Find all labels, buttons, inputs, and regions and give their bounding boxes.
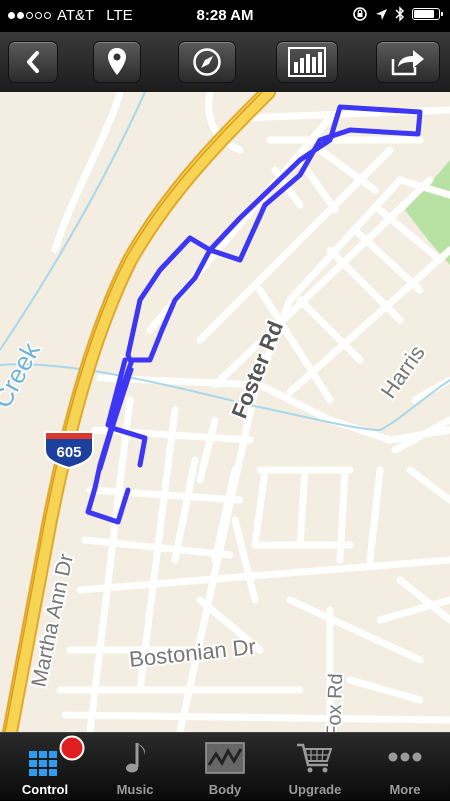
tab-music-label: Music bbox=[116, 782, 154, 797]
map-canvas[interactable]: 605 Foster Rd Creek Harris Martha Ann Dr… bbox=[0, 92, 450, 732]
rotation-lock-icon bbox=[353, 7, 367, 21]
label-creek: Creek bbox=[0, 337, 46, 413]
chevron-left-icon bbox=[27, 51, 39, 73]
map-pin-icon bbox=[108, 48, 126, 75]
highway-number: 605 bbox=[56, 444, 81, 461]
more-dots-icon bbox=[388, 752, 422, 762]
tab-control-label: Control bbox=[21, 782, 69, 797]
label-fox-rd: Fox Rd bbox=[323, 673, 347, 732]
tab-upgrade[interactable]: Upgrade bbox=[270, 733, 360, 801]
tab-upgrade-label: Upgrade bbox=[288, 782, 342, 797]
share-arrow-icon bbox=[391, 50, 424, 76]
music-note-icon bbox=[126, 743, 145, 773]
compass-button[interactable] bbox=[178, 41, 236, 83]
tab-music[interactable]: Music bbox=[90, 733, 180, 801]
stats-button[interactable] bbox=[276, 41, 338, 83]
location-arrow-icon bbox=[376, 8, 387, 20]
tab-more-label: More bbox=[389, 782, 421, 797]
tab-body[interactable]: Body bbox=[180, 733, 270, 801]
heart-rate-chart-icon bbox=[205, 742, 245, 774]
tab-body-label: Body bbox=[208, 782, 242, 797]
location-button[interactable] bbox=[93, 41, 141, 83]
status-bar: AT&T LTE 8:28 AM bbox=[0, 0, 450, 32]
route-map[interactable]: 605 Foster Rd Creek Harris Martha Ann Dr… bbox=[0, 92, 450, 732]
tab-bar: Control Music Body Upgrade More bbox=[0, 732, 450, 800]
shopping-cart-icon bbox=[297, 743, 333, 773]
status-icons bbox=[352, 6, 443, 22]
compass-icon bbox=[193, 48, 221, 76]
battery-icon bbox=[412, 8, 443, 20]
bluetooth-icon bbox=[395, 6, 405, 22]
tab-more[interactable]: More bbox=[360, 733, 450, 801]
map-toolbar bbox=[0, 32, 450, 92]
interstate-shield-icon: 605 bbox=[44, 431, 94, 470]
bar-chart-icon bbox=[288, 47, 326, 77]
recording-dot bbox=[59, 735, 85, 761]
tab-control[interactable]: Control bbox=[0, 733, 90, 801]
share-button[interactable] bbox=[376, 41, 440, 83]
back-button[interactable] bbox=[8, 41, 58, 83]
